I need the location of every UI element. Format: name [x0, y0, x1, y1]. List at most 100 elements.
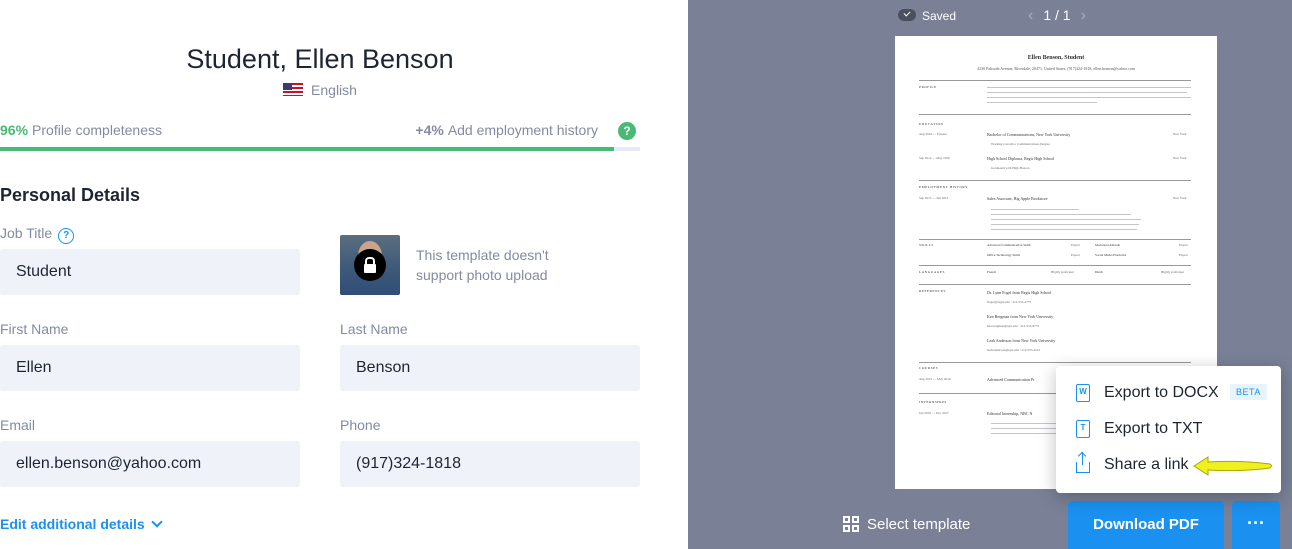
preview-text-line	[991, 219, 1141, 221]
preview-divider	[919, 239, 1191, 240]
preview-edu2-city: New York	[1173, 156, 1187, 160]
preview-ref-name: Leah Anderson from New York University	[987, 338, 1056, 343]
preview-intern-title: Editorial Internship, NBC N	[987, 411, 1033, 416]
completeness-progress-bar	[0, 147, 640, 151]
preview-heading-references: REFERENCES	[919, 289, 946, 293]
more-options-button[interactable]: ···	[1232, 501, 1280, 549]
page-navigator: ‹ 1 / 1 ›	[1018, 7, 1096, 25]
preview-divider	[919, 265, 1191, 266]
preview-text-line	[991, 224, 1139, 226]
preview-divider	[919, 362, 1191, 363]
preview-text-line	[987, 97, 1191, 99]
email-label: Email	[0, 417, 36, 433]
preview-job1-date: Sep 2015 — Jun 2016	[919, 196, 949, 200]
hint-percent: +4%	[415, 122, 444, 138]
preview-text-line	[991, 423, 1061, 425]
preview-skill: Motivated Attitude	[1095, 243, 1120, 247]
language-selector[interactable]: English	[0, 82, 640, 98]
preview-heading-employment: EMPLOYMENT HISTORY	[919, 185, 969, 189]
preview-edu1-date: Aug 2016 — Present	[919, 132, 947, 136]
preview-intern-date: Jun 2016 — Dec 2017	[919, 411, 949, 415]
preview-skill: Advanced Communication Skills	[987, 243, 1031, 247]
job-title-label-text: Job Title	[0, 225, 53, 241]
preview-language-level: Highly proficient	[1051, 270, 1074, 274]
preview-ref-name: Ken Bergman from New York University	[987, 314, 1054, 319]
email-input[interactable]: ellen.benson@yahoo.com	[0, 441, 300, 487]
preview-text-line	[991, 229, 1137, 231]
preview-job1-title: Sales Associate, Big Apple Bookstore	[987, 196, 1048, 201]
us-flag-icon	[283, 83, 304, 96]
next-page-icon[interactable]: ›	[1081, 7, 1086, 24]
preview-course-date: Aug 2015 — May 2016	[919, 377, 951, 381]
preview-ref-contact: leah.anderson@nyu.edu · 212-555-4521	[987, 348, 1041, 352]
profile-completeness: 96% Profile completeness	[0, 122, 162, 138]
preview-text-line	[991, 433, 1061, 435]
preview-skill-level: Expert	[1179, 253, 1188, 257]
edit-additional-details-link[interactable]: Edit additional details	[0, 516, 163, 532]
preview-heading-education: EDUCATION	[919, 122, 944, 126]
chevron-down-icon	[151, 516, 163, 528]
job-title-help-icon[interactable]: ?	[58, 228, 75, 244]
preview-language: French	[987, 270, 997, 274]
export-txt-label: Export to TXT	[1104, 420, 1203, 437]
help-icon[interactable]: ?	[618, 122, 636, 140]
job-title-input[interactable]: Student	[0, 249, 300, 295]
preview-divider	[919, 114, 1191, 115]
preview-language: Dutch	[1095, 270, 1104, 274]
preview-heading-courses: COURSES	[919, 366, 939, 370]
beta-badge: BETA	[1230, 384, 1267, 400]
completeness-label: Profile completeness	[32, 122, 162, 138]
preview-language-level: Highly proficient	[1161, 270, 1184, 274]
preview-divider	[919, 180, 1191, 181]
preview-skill: Social Media Platforms	[1095, 253, 1127, 257]
preview-ref-name: Dr. Lynn Fogel from Regis High School	[987, 290, 1052, 295]
txt-file-icon: T	[1076, 420, 1090, 438]
phone-label: Phone	[340, 417, 381, 433]
preview-contact: 4230 Palisade Avenue, Riverdale, 20471, …	[977, 66, 1135, 71]
download-pdf-button[interactable]: Download PDF	[1068, 501, 1224, 549]
preview-text-line	[991, 428, 1061, 430]
first-name-input[interactable]: Ellen	[0, 345, 300, 391]
save-status-label: Saved	[922, 9, 957, 23]
annotation-arrow-icon	[1193, 456, 1272, 476]
preview-edu1-city: New York	[1173, 132, 1187, 136]
preview-skill-level: Expert	[1071, 243, 1080, 247]
preview-heading-internships: INTERNSHIPS	[919, 400, 947, 404]
preview-text-line	[991, 209, 1079, 211]
preview-text-line	[987, 102, 1097, 104]
preview-skill-level: Expert	[1071, 253, 1080, 257]
preview-name: Ellen Benson, Student	[1027, 55, 1085, 61]
preview-heading-profile: PROFILE	[919, 85, 937, 89]
grid-icon	[843, 516, 859, 532]
job-title-label: Job Title?	[0, 225, 75, 244]
first-name-label: First Name	[0, 321, 69, 337]
page-indicator: 1 / 1	[1043, 7, 1071, 23]
preview-ref-contact: lfogel@regis.edu · 212-555-4775	[987, 300, 1032, 304]
photo-unsupported-note: This template doesn't support photo uplo…	[416, 247, 549, 283]
preview-course-title: Advanced Communication Pr	[987, 377, 1035, 382]
resume-title[interactable]: Student, Ellen Benson	[0, 44, 640, 75]
preview-ref-contact: ken.bergman@nyu.edu · 212-555-9772	[987, 324, 1040, 328]
phone-input[interactable]: (917)324-1818	[340, 441, 640, 487]
preview-skill-level: Expert	[1179, 243, 1188, 247]
completeness-hint[interactable]: +4% Add employment history	[415, 122, 598, 138]
cloud-check-icon	[898, 9, 916, 21]
select-template-button[interactable]: Select template	[843, 516, 970, 533]
hint-label: Add employment history	[447, 122, 598, 138]
photo-upload[interactable]	[340, 235, 400, 295]
share-icon	[1076, 452, 1090, 473]
completeness-percent: 96%	[0, 122, 29, 138]
last-name-label: Last Name	[340, 321, 408, 337]
preview-divider	[919, 284, 1191, 285]
prev-page-icon[interactable]: ‹	[1028, 7, 1033, 24]
preview-edu1-bullet: Working towards a Communications Degree.	[991, 142, 1051, 146]
preview-divider	[919, 80, 1191, 81]
progress-fill	[0, 147, 615, 151]
edit-more-label: Edit additional details	[0, 516, 145, 532]
language-label: English	[311, 82, 357, 98]
export-docx-label: Export to DOCX	[1104, 384, 1219, 401]
preview-edu2-date: Sep 2012 — May 2016	[919, 156, 950, 160]
preview-edu1-title: Bachelor of Communications, New York Uni…	[987, 132, 1071, 137]
preview-text-line	[987, 92, 1187, 94]
last-name-input[interactable]: Benson	[340, 345, 640, 391]
